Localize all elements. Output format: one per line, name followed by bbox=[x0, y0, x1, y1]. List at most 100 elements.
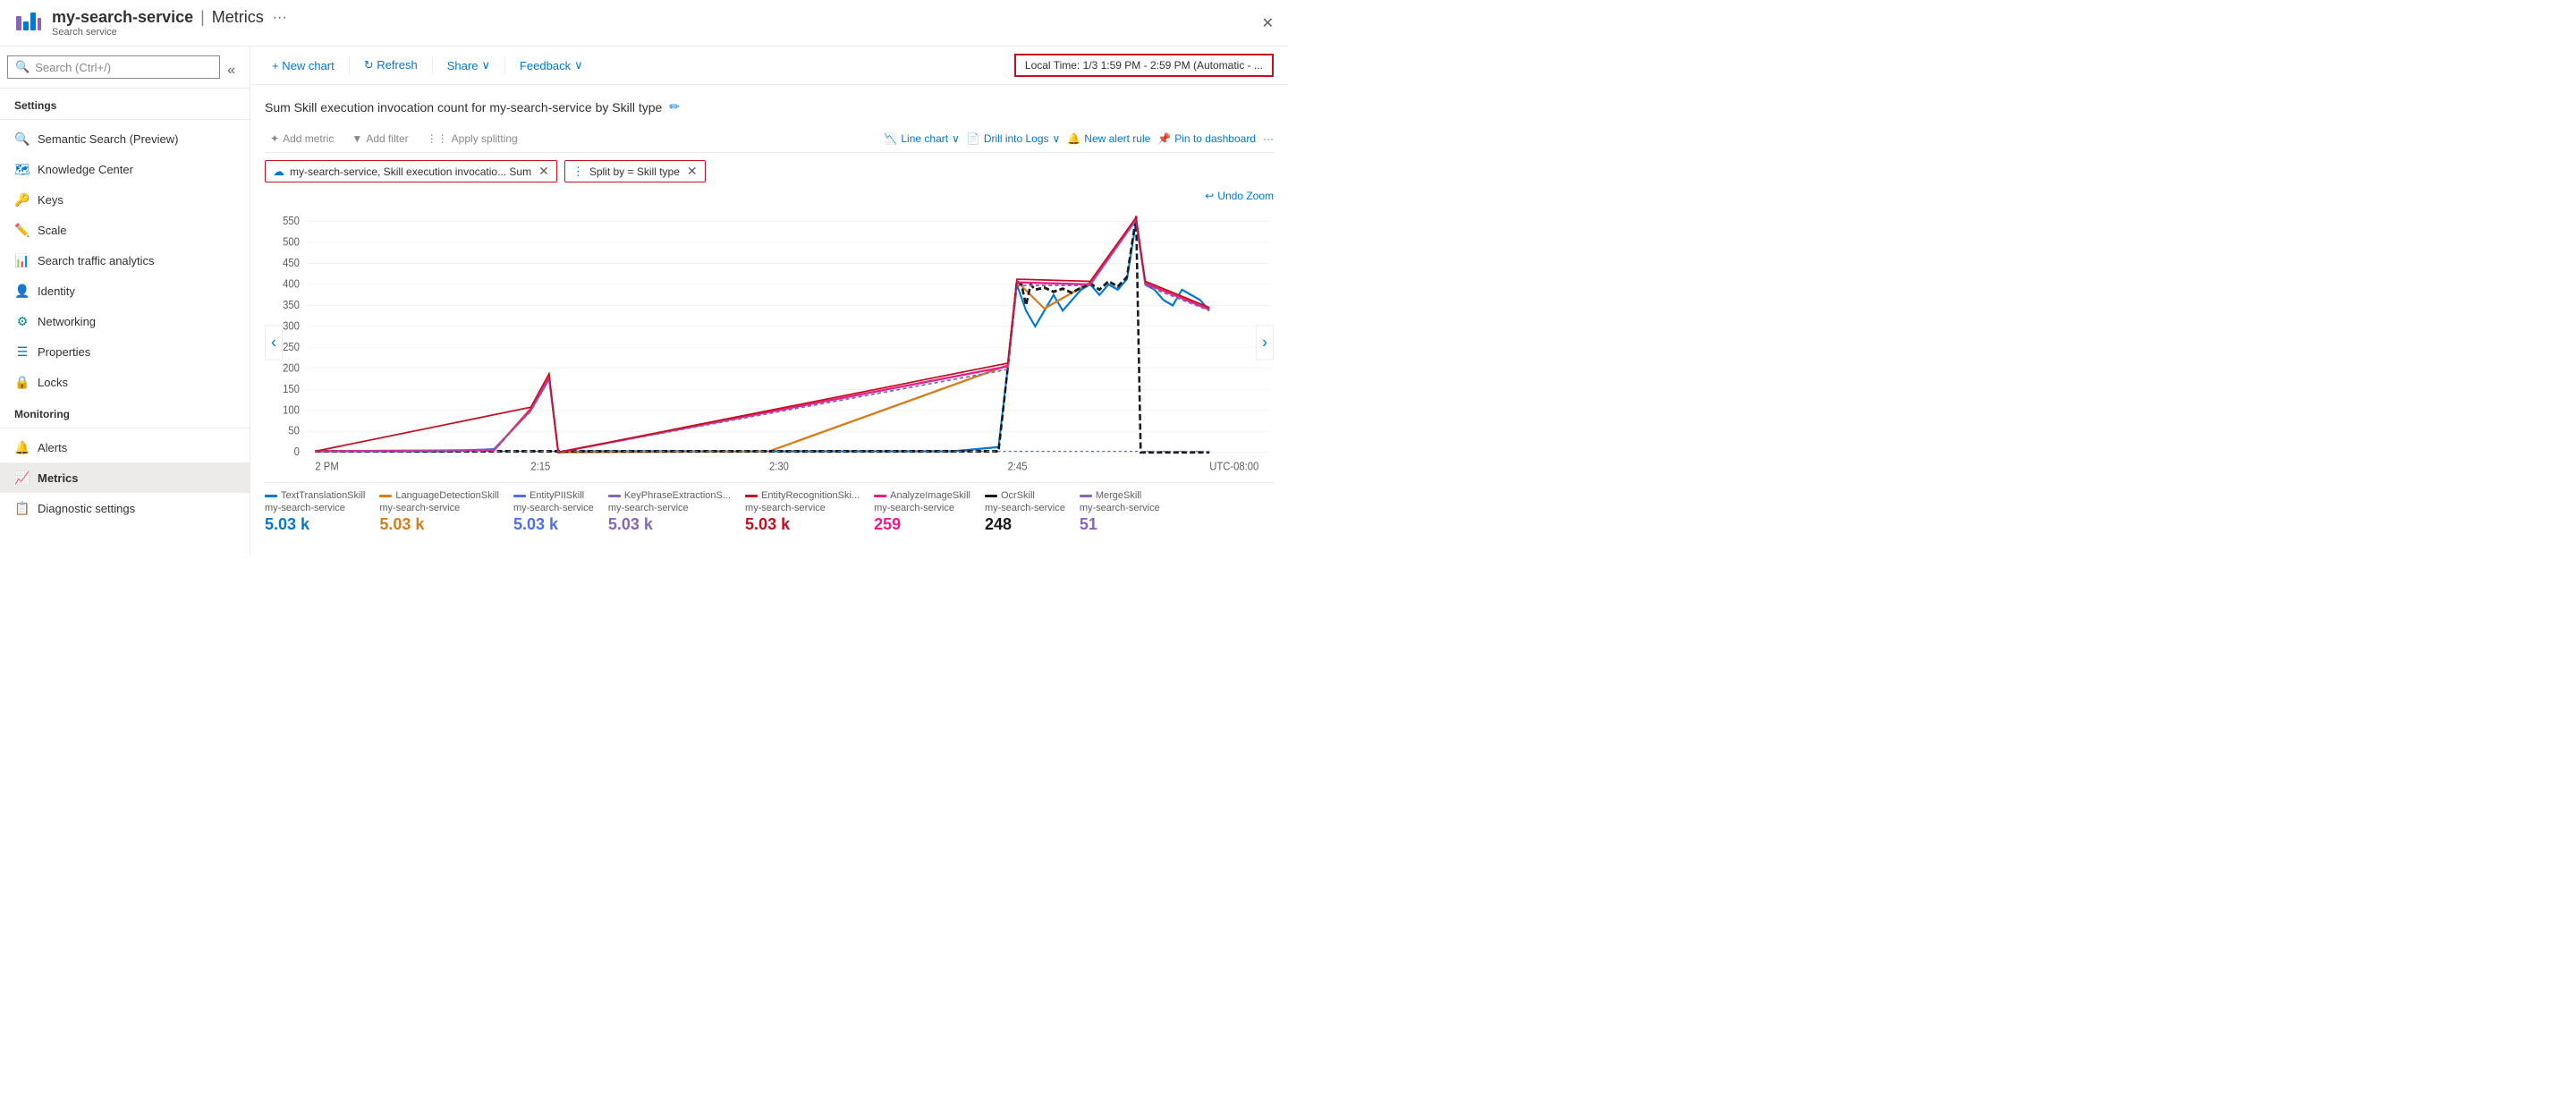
share-button[interactable]: Share ∨ bbox=[440, 55, 497, 76]
legend-item-analyze-image: AnalyzeImageSkill my-search-service 259 bbox=[874, 490, 970, 534]
sidebar-item-metrics[interactable]: 📈 Metrics bbox=[0, 462, 250, 493]
properties-icon: ☰ bbox=[14, 343, 30, 360]
new-chart-button[interactable]: + New chart bbox=[265, 55, 342, 76]
chart-nav-left[interactable]: ‹ bbox=[265, 325, 283, 360]
filter-tag-split-close[interactable]: ✕ bbox=[687, 164, 698, 179]
refresh-button[interactable]: ↻ Refresh bbox=[357, 55, 425, 76]
sidebar-item-label: Identity bbox=[38, 284, 75, 298]
svg-text:2:30: 2:30 bbox=[769, 460, 789, 473]
apply-splitting-label: Apply splitting bbox=[452, 132, 518, 145]
svg-text:50: 50 bbox=[288, 424, 300, 437]
share-chevron-icon: ∨ bbox=[481, 58, 490, 72]
sidebar-item-semantic-search[interactable]: 🔍 Semantic Search (Preview) bbox=[0, 123, 250, 154]
identity-icon: 👤 bbox=[14, 283, 30, 299]
header-more-button[interactable]: ··· bbox=[273, 10, 287, 26]
cloud-icon: ☁ bbox=[273, 165, 284, 179]
svg-text:0: 0 bbox=[294, 445, 301, 458]
more-options-button[interactable]: ··· bbox=[1263, 132, 1274, 145]
chart-area: ‹ › .grid-line { stroke: #edebe9; stroke… bbox=[265, 206, 1274, 479]
page-title: Metrics bbox=[212, 8, 264, 27]
sidebar-item-label: Diagnostic settings bbox=[38, 502, 135, 515]
sidebar-item-knowledge-center[interactable]: 🗺 Knowledge Center bbox=[0, 154, 250, 184]
search-input[interactable] bbox=[35, 61, 212, 74]
filter-tag-metric-close[interactable]: ✕ bbox=[538, 164, 549, 179]
search-box[interactable]: 🔍 bbox=[7, 55, 220, 79]
edit-title-icon[interactable]: ✏ bbox=[669, 99, 680, 114]
legend-service: my-search-service bbox=[874, 503, 954, 513]
legend-header: EntityPIISkill bbox=[513, 490, 584, 501]
legend-color-bar bbox=[513, 495, 526, 497]
legend-value: 5.03 k bbox=[265, 515, 309, 534]
legend-color-bar bbox=[379, 495, 392, 497]
filter-tag-split-text: Split by = Skill type bbox=[589, 165, 680, 178]
line-chart-icon: 📉 bbox=[884, 132, 897, 145]
legend-value: 5.03 k bbox=[745, 515, 790, 534]
undo-zoom-button[interactable]: ↩ Undo Zoom bbox=[265, 190, 1274, 202]
sidebar-item-keys[interactable]: 🔑 Keys bbox=[0, 184, 250, 215]
settings-divider bbox=[0, 119, 250, 120]
line-chart-button[interactable]: 📉 Line chart ∨ bbox=[884, 132, 959, 145]
new-alert-label: New alert rule bbox=[1084, 132, 1150, 145]
time-range-button[interactable]: Local Time: 1/3 1:59 PM - 2:59 PM (Autom… bbox=[1014, 54, 1274, 77]
drill-logs-button[interactable]: 📄 Drill into Logs ∨ bbox=[967, 132, 1060, 145]
filter-tag-metric: ☁ my-search-service, Skill execution inv… bbox=[265, 160, 557, 182]
sidebar-item-label: Alerts bbox=[38, 441, 67, 454]
toolbar-sep-2 bbox=[432, 56, 433, 74]
new-alert-button[interactable]: 🔔 New alert rule bbox=[1067, 132, 1150, 145]
alert-icon: 🔔 bbox=[1067, 132, 1080, 145]
feedback-button[interactable]: Feedback ∨ bbox=[513, 55, 590, 76]
feedback-label: Feedback bbox=[520, 59, 571, 72]
toolbar-sep-3 bbox=[504, 56, 505, 74]
sidebar-item-networking[interactable]: ⚙ Networking bbox=[0, 306, 250, 336]
add-metric-button[interactable]: ✦ Add metric bbox=[265, 131, 339, 147]
sidebar-item-label: Keys bbox=[38, 193, 64, 207]
sidebar-item-search-traffic[interactable]: 📊 Search traffic analytics bbox=[0, 245, 250, 276]
service-label: Search service bbox=[52, 27, 287, 38]
svg-text:2:45: 2:45 bbox=[1008, 460, 1028, 473]
monitoring-section-label: Monitoring bbox=[0, 397, 250, 424]
locks-icon: 🔒 bbox=[14, 374, 30, 390]
feedback-chevron-icon: ∨ bbox=[574, 58, 583, 72]
legend-skill-name: KeyPhraseExtractionS... bbox=[624, 490, 731, 501]
legend-value: 5.03 k bbox=[513, 515, 558, 534]
sidebar-item-scale[interactable]: ✏️ Scale bbox=[0, 215, 250, 245]
svg-text:550: 550 bbox=[283, 214, 300, 227]
svg-text:500: 500 bbox=[283, 235, 300, 249]
legend-value: 5.03 k bbox=[608, 515, 653, 534]
sidebar-collapse-button[interactable]: « bbox=[220, 59, 242, 82]
sidebar-item-identity[interactable]: 👤 Identity bbox=[0, 276, 250, 306]
sidebar-item-diagnostic[interactable]: 📋 Diagnostic settings bbox=[0, 493, 250, 523]
legend-header: LanguageDetectionSkill bbox=[379, 490, 499, 501]
drill-logs-label: Drill into Logs bbox=[984, 132, 1049, 145]
apply-splitting-button[interactable]: ⋮⋮ Apply splitting bbox=[421, 131, 523, 147]
chart-container: Sum Skill execution invocation count for… bbox=[250, 85, 1288, 556]
main-content: + New chart ↻ Refresh Share ∨ Feedback ∨… bbox=[250, 47, 1288, 556]
legend-color-bar bbox=[985, 495, 997, 497]
filter-tags: ☁ my-search-service, Skill execution inv… bbox=[265, 160, 1274, 182]
knowledge-center-icon: 🗺 bbox=[14, 161, 30, 177]
sidebar-search-area: 🔍 « bbox=[0, 47, 250, 89]
split-icon: ⋮⋮ bbox=[427, 132, 448, 145]
svg-text:100: 100 bbox=[283, 403, 300, 417]
sidebar-item-alerts[interactable]: 🔔 Alerts bbox=[0, 432, 250, 462]
search-traffic-icon: 📊 bbox=[14, 252, 30, 268]
sidebar-item-label: Metrics bbox=[38, 471, 79, 485]
line-chart-chevron: ∨ bbox=[952, 132, 960, 145]
legend-service: my-search-service bbox=[513, 503, 594, 513]
sidebar-item-properties[interactable]: ☰ Properties bbox=[0, 336, 250, 367]
more-icon: ··· bbox=[1263, 132, 1274, 145]
toolbar-sep-1 bbox=[349, 56, 350, 74]
sidebar-item-locks[interactable]: 🔒 Locks bbox=[0, 367, 250, 397]
close-button[interactable]: ✕ bbox=[1262, 14, 1274, 32]
legend-service: my-search-service bbox=[265, 503, 345, 513]
svg-text:UTC-08:00: UTC-08:00 bbox=[1209, 460, 1258, 473]
pin-dashboard-button[interactable]: 📌 Pin to dashboard bbox=[1157, 132, 1256, 145]
svg-text:400: 400 bbox=[283, 277, 300, 291]
chart-nav-right[interactable]: › bbox=[1256, 325, 1274, 360]
split-filter-icon: ⋮ bbox=[572, 165, 584, 179]
keys-icon: 🔑 bbox=[14, 191, 30, 208]
svg-text:250: 250 bbox=[283, 340, 300, 353]
legend-value: 5.03 k bbox=[379, 515, 424, 534]
add-filter-button[interactable]: ▼ Add filter bbox=[346, 131, 413, 147]
svg-text:350: 350 bbox=[283, 298, 300, 311]
